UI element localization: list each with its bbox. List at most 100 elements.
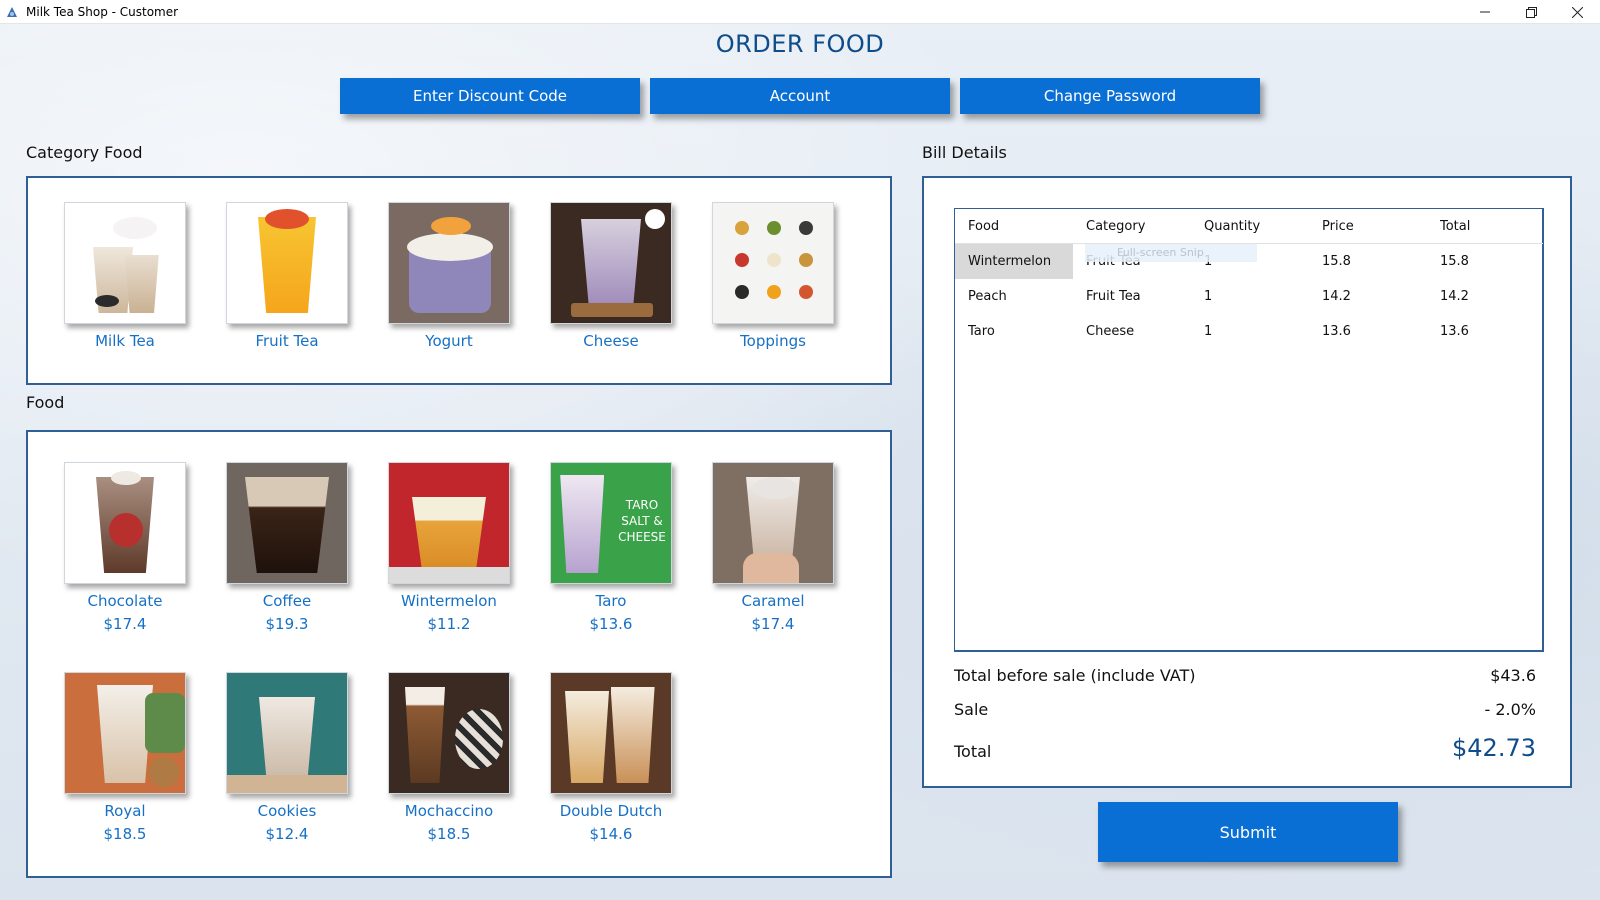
taro-image-text: TARO SALT & CHEESE	[618, 498, 666, 544]
column-header-quantity[interactable]: Quantity	[1191, 209, 1260, 244]
food-name: Royal	[104, 802, 146, 820]
double-dutch-image	[550, 672, 672, 794]
category-food-label: Category Food	[26, 143, 143, 162]
total-before-sale-label: Total before sale (include VAT)	[954, 666, 1196, 685]
category-milk-tea[interactable]: Milk Tea	[64, 202, 186, 350]
cell-price: 13.6	[1322, 324, 1351, 339]
category-fruit-tea[interactable]: Fruit Tea	[226, 202, 348, 350]
food-name: Caramel	[741, 592, 805, 610]
caramel-image	[712, 462, 834, 584]
food-name: Cookies	[257, 802, 317, 820]
restore-icon[interactable]	[1508, 0, 1554, 24]
cell-food: Peach	[968, 289, 1007, 304]
yogurt-image	[388, 202, 510, 324]
taro-image: TARO SALT & CHEESE	[550, 462, 672, 584]
food-label: Food	[26, 393, 65, 412]
cell-quantity: 1	[1204, 324, 1213, 339]
food-name: Taro	[595, 592, 627, 610]
wintermelon-image	[388, 462, 510, 584]
cookies-image	[226, 672, 348, 794]
sale-value: - 2.0%	[1484, 700, 1536, 719]
account-button[interactable]: Account	[650, 78, 950, 114]
minimize-icon[interactable]	[1462, 0, 1508, 24]
food-price: $19.3	[265, 615, 309, 633]
category-yogurt[interactable]: Yogurt	[388, 202, 510, 350]
category-name: Milk Tea	[95, 332, 155, 350]
royal-image	[64, 672, 186, 794]
food-name: Double Dutch	[559, 802, 663, 820]
category-name: Fruit Tea	[255, 332, 319, 350]
page-title: ORDER FOOD	[715, 30, 885, 58]
food-price: $13.6	[589, 615, 633, 633]
column-header-price[interactable]: Price	[1309, 209, 1354, 244]
bill-table[interactable]: Food Category Quantity Price Total Winte…	[954, 208, 1544, 652]
food-name: Coffee	[262, 592, 312, 610]
food-price: $12.4	[265, 825, 309, 843]
category-name: Yogurt	[425, 332, 473, 350]
category-toppings[interactable]: Toppings	[712, 202, 834, 350]
bill-panel: Food Category Quantity Price Total Winte…	[922, 176, 1572, 788]
snip-tooltip: Full-screen Snip	[1085, 244, 1257, 262]
cell-total: 15.8	[1440, 254, 1469, 269]
category-panel: Milk Tea Fruit Tea Yogurt Cheese Topping…	[26, 176, 892, 385]
enter-discount-code-button[interactable]: Enter Discount Code	[340, 78, 640, 114]
food-price: $11.2	[427, 615, 471, 633]
cell-food: Taro	[968, 324, 995, 339]
food-wintermelon[interactable]: Wintermelon $11.2	[388, 462, 510, 633]
close-icon[interactable]	[1554, 0, 1600, 24]
food-caramel[interactable]: Caramel $17.4	[712, 462, 834, 633]
food-price: $17.4	[103, 615, 147, 633]
food-price: $18.5	[103, 825, 147, 843]
category-cheese[interactable]: Cheese	[550, 202, 672, 350]
toppings-image	[712, 202, 834, 324]
food-coffee[interactable]: Coffee $19.3	[226, 462, 348, 633]
food-price: $14.6	[589, 825, 633, 843]
cell-price: 15.8	[1322, 254, 1351, 269]
food-name: Wintermelon	[401, 592, 497, 610]
food-royal[interactable]: Royal $18.5	[64, 672, 186, 843]
table-row[interactable]: Peach Fruit Tea 1 14.2 14.2	[955, 279, 1543, 314]
food-cookies[interactable]: Cookies $12.4	[226, 672, 348, 843]
table-row[interactable]: Wintermelon Fruit Tea 1 15.8 15.8 Full-s…	[955, 244, 1543, 279]
bill-table-header: Food Category Quantity Price Total	[955, 209, 1543, 244]
sale-label: Sale	[954, 700, 989, 719]
cell-category: Fruit Tea	[1086, 289, 1141, 304]
cheese-image	[550, 202, 672, 324]
total-before-sale-value: $43.6	[1490, 666, 1536, 685]
food-price: $17.4	[751, 615, 795, 633]
food-mochaccino[interactable]: Mochaccino $18.5	[388, 672, 510, 843]
app-icon	[4, 4, 20, 20]
food-taro[interactable]: TARO SALT & CHEESE Taro $13.6	[550, 462, 672, 633]
cell-quantity: 1	[1204, 289, 1213, 304]
sale-row: Sale - 2.0%	[954, 700, 1536, 719]
food-chocolate[interactable]: Chocolate $17.4	[64, 462, 186, 633]
table-row[interactable]: Taro Cheese 1 13.6 13.6	[955, 314, 1543, 349]
bill-details-label: Bill Details	[922, 143, 1007, 162]
cell-food: Wintermelon	[955, 244, 1073, 279]
total-label: Total	[954, 742, 992, 761]
cell-price: 14.2	[1322, 289, 1351, 304]
column-header-total[interactable]: Total	[1427, 209, 1470, 244]
change-password-button[interactable]: Change Password	[960, 78, 1260, 114]
total-before-sale-row: Total before sale (include VAT) $43.6	[954, 666, 1536, 685]
food-double-dutch[interactable]: Double Dutch $14.6	[550, 672, 672, 843]
food-name: Mochaccino	[404, 802, 494, 820]
cell-total: 14.2	[1440, 289, 1469, 304]
window-titlebar: Milk Tea Shop - Customer	[0, 0, 1600, 24]
column-header-category[interactable]: Category	[1073, 209, 1145, 244]
fruit-tea-image	[226, 202, 348, 324]
food-price: $18.5	[427, 825, 471, 843]
mochaccino-image	[388, 672, 510, 794]
cell-total: 13.6	[1440, 324, 1469, 339]
chocolate-image	[64, 462, 186, 584]
milk-tea-image	[64, 202, 186, 324]
category-name: Cheese	[583, 332, 639, 350]
food-name: Chocolate	[87, 592, 163, 610]
category-name: Toppings	[740, 332, 806, 350]
submit-button[interactable]: Submit	[1098, 802, 1398, 862]
food-panel: Chocolate $17.4 Coffee $19.3 Wintermelon…	[26, 430, 892, 878]
total-value: $42.73	[1452, 734, 1536, 762]
cell-category: Cheese	[1086, 324, 1135, 339]
column-header-food[interactable]: Food	[955, 209, 999, 244]
coffee-image	[226, 462, 348, 584]
